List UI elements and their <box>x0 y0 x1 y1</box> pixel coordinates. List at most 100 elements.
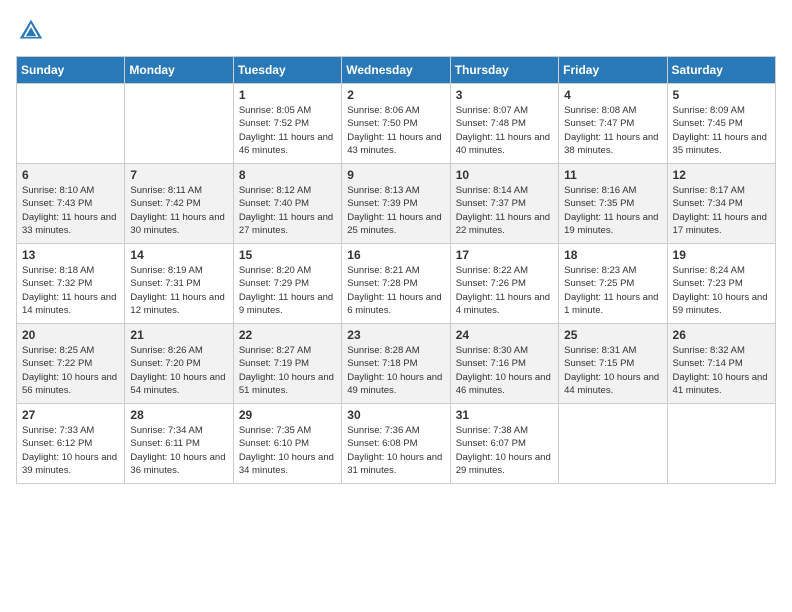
day-number: 17 <box>456 248 553 262</box>
calendar-cell: 5Sunrise: 8:09 AM Sunset: 7:45 PM Daylig… <box>667 84 775 164</box>
day-info: Sunrise: 8:21 AM Sunset: 7:28 PM Dayligh… <box>347 264 444 317</box>
day-info: Sunrise: 8:05 AM Sunset: 7:52 PM Dayligh… <box>239 104 336 157</box>
day-number: 9 <box>347 168 444 182</box>
day-info: Sunrise: 7:38 AM Sunset: 6:07 PM Dayligh… <box>456 424 553 477</box>
calendar-cell: 24Sunrise: 8:30 AM Sunset: 7:16 PM Dayli… <box>450 324 558 404</box>
day-info: Sunrise: 8:13 AM Sunset: 7:39 PM Dayligh… <box>347 184 444 237</box>
calendar-cell: 27 Sunrise: 7:33 AM Sunset: 6:12 PM Dayli… <box>17 404 125 484</box>
calendar-cell: 12 Sunrise: 8:17 AM Sunset: 7:34 PM Dayli… <box>667 164 775 244</box>
day-header: Wednesday <box>342 57 450 84</box>
page-header <box>16 16 776 46</box>
day-number: 18 <box>564 248 661 262</box>
day-number: 22 <box>239 328 336 342</box>
logo <box>16 16 50 46</box>
calendar-table: SundayMondayTuesdayWednesdayThursdayFrid… <box>16 56 776 484</box>
calendar-cell: 15 Sunrise: 8:20 AM Sunset: 7:29 PM Dayli… <box>233 244 341 324</box>
day-info: Sunrise: 8:19 AM Sunset: 7:31 PM Dayligh… <box>130 264 227 317</box>
day-number: 26 <box>673 328 770 342</box>
day-number: 16 <box>347 248 444 262</box>
day-header: Thursday <box>450 57 558 84</box>
day-info: Sunrise: 7:33 AM Sunset: 6:12 PM Dayligh… <box>22 424 119 477</box>
day-number: 7 <box>130 168 227 182</box>
calendar-cell: 16 Sunrise: 8:21 AM Sunset: 7:28 PM Dayli… <box>342 244 450 324</box>
calendar-week-row: 6 Sunrise: 8:10 AM Sunset: 7:43 PM Daylig… <box>17 164 776 244</box>
day-header: Saturday <box>667 57 775 84</box>
calendar-cell: 14 Sunrise: 8:19 AM Sunset: 7:31 PM Dayli… <box>125 244 233 324</box>
day-number: 10 <box>456 168 553 182</box>
day-number: 8 <box>239 168 336 182</box>
day-number: 4 <box>564 88 661 102</box>
day-info: Sunrise: 8:12 AM Sunset: 7:40 PM Dayligh… <box>239 184 336 237</box>
day-info: Sunrise: 7:36 AM Sunset: 6:08 PM Dayligh… <box>347 424 444 477</box>
day-number: 14 <box>130 248 227 262</box>
day-info: Sunrise: 8:10 AM Sunset: 7:43 PM Dayligh… <box>22 184 119 237</box>
calendar-cell: 18Sunrise: 8:23 AM Sunset: 7:25 PM Dayli… <box>559 244 667 324</box>
day-number: 27 <box>22 408 119 422</box>
calendar-cell: 17 Sunrise: 8:22 AM Sunset: 7:26 PM Dayli… <box>450 244 558 324</box>
day-info: Sunrise: 8:06 AM Sunset: 7:50 PM Dayligh… <box>347 104 444 157</box>
calendar-cell: 7 Sunrise: 8:11 AM Sunset: 7:42 PM Daylig… <box>125 164 233 244</box>
calendar-cell: 3Sunrise: 8:07 AM Sunset: 7:48 PM Daylig… <box>450 84 558 164</box>
calendar-cell: 8 Sunrise: 8:12 AM Sunset: 7:40 PM Daylig… <box>233 164 341 244</box>
day-number: 6 <box>22 168 119 182</box>
day-info: Sunrise: 8:11 AM Sunset: 7:42 PM Dayligh… <box>130 184 227 237</box>
day-info: Sunrise: 8:20 AM Sunset: 7:29 PM Dayligh… <box>239 264 336 317</box>
calendar-cell <box>667 404 775 484</box>
calendar-cell: 31 Sunrise: 7:38 AM Sunset: 6:07 PM Dayli… <box>450 404 558 484</box>
day-info: Sunrise: 8:16 AM Sunset: 7:35 PM Dayligh… <box>564 184 661 237</box>
calendar-cell: 13 Sunrise: 8:18 AM Sunset: 7:32 PM Dayli… <box>17 244 125 324</box>
day-number: 13 <box>22 248 119 262</box>
calendar-cell: 30Sunrise: 7:36 AM Sunset: 6:08 PM Dayli… <box>342 404 450 484</box>
day-info: Sunrise: 8:07 AM Sunset: 7:48 PM Dayligh… <box>456 104 553 157</box>
day-number: 1 <box>239 88 336 102</box>
day-header: Monday <box>125 57 233 84</box>
calendar-cell: 2 Sunrise: 8:06 AM Sunset: 7:50 PM Daylig… <box>342 84 450 164</box>
day-number: 31 <box>456 408 553 422</box>
calendar-cell: 6 Sunrise: 8:10 AM Sunset: 7:43 PM Daylig… <box>17 164 125 244</box>
logo-icon <box>16 16 46 46</box>
calendar-cell: 19 Sunrise: 8:24 AM Sunset: 7:23 PM Dayli… <box>667 244 775 324</box>
calendar-cell: 21Sunrise: 8:26 AM Sunset: 7:20 PM Dayli… <box>125 324 233 404</box>
day-info: Sunrise: 7:35 AM Sunset: 6:10 PM Dayligh… <box>239 424 336 477</box>
day-info: Sunrise: 8:28 AM Sunset: 7:18 PM Dayligh… <box>347 344 444 397</box>
day-number: 29 <box>239 408 336 422</box>
day-number: 2 <box>347 88 444 102</box>
day-number: 15 <box>239 248 336 262</box>
calendar-cell <box>559 404 667 484</box>
calendar-cell: 1 Sunrise: 8:05 AM Sunset: 7:52 PM Daylig… <box>233 84 341 164</box>
calendar-week-row: 27 Sunrise: 7:33 AM Sunset: 6:12 PM Dayli… <box>17 404 776 484</box>
day-info: Sunrise: 8:31 AM Sunset: 7:15 PM Dayligh… <box>564 344 661 397</box>
day-info: Sunrise: 8:18 AM Sunset: 7:32 PM Dayligh… <box>22 264 119 317</box>
day-info: Sunrise: 8:27 AM Sunset: 7:19 PM Dayligh… <box>239 344 336 397</box>
day-info: Sunrise: 8:08 AM Sunset: 7:47 PM Dayligh… <box>564 104 661 157</box>
calendar-week-row: 13 Sunrise: 8:18 AM Sunset: 7:32 PM Dayli… <box>17 244 776 324</box>
calendar-cell: 10 Sunrise: 8:14 AM Sunset: 7:37 PM Dayli… <box>450 164 558 244</box>
calendar-cell: 4 Sunrise: 8:08 AM Sunset: 7:47 PM Daylig… <box>559 84 667 164</box>
calendar-week-row: 20 Sunrise: 8:25 AM Sunset: 7:22 PM Dayli… <box>17 324 776 404</box>
day-info: Sunrise: 8:17 AM Sunset: 7:34 PM Dayligh… <box>673 184 770 237</box>
day-info: Sunrise: 8:22 AM Sunset: 7:26 PM Dayligh… <box>456 264 553 317</box>
calendar-cell: 22 Sunrise: 8:27 AM Sunset: 7:19 PM Dayli… <box>233 324 341 404</box>
day-header: Tuesday <box>233 57 341 84</box>
day-info: Sunrise: 8:24 AM Sunset: 7:23 PM Dayligh… <box>673 264 770 317</box>
day-number: 20 <box>22 328 119 342</box>
calendar-cell <box>17 84 125 164</box>
day-number: 11 <box>564 168 661 182</box>
calendar-cell: 23Sunrise: 8:28 AM Sunset: 7:18 PM Dayli… <box>342 324 450 404</box>
day-info: Sunrise: 8:25 AM Sunset: 7:22 PM Dayligh… <box>22 344 119 397</box>
calendar-cell: 28 Sunrise: 7:34 AM Sunset: 6:11 PM Dayli… <box>125 404 233 484</box>
calendar-cell: 20 Sunrise: 8:25 AM Sunset: 7:22 PM Dayli… <box>17 324 125 404</box>
calendar-cell: 25Sunrise: 8:31 AM Sunset: 7:15 PM Dayli… <box>559 324 667 404</box>
day-number: 28 <box>130 408 227 422</box>
header-row: SundayMondayTuesdayWednesdayThursdayFrid… <box>17 57 776 84</box>
day-header: Sunday <box>17 57 125 84</box>
day-info: Sunrise: 8:09 AM Sunset: 7:45 PM Dayligh… <box>673 104 770 157</box>
day-info: Sunrise: 8:14 AM Sunset: 7:37 PM Dayligh… <box>456 184 553 237</box>
day-info: Sunrise: 8:26 AM Sunset: 7:20 PM Dayligh… <box>130 344 227 397</box>
calendar-cell: 11 Sunrise: 8:16 AM Sunset: 7:35 PM Dayli… <box>559 164 667 244</box>
day-number: 19 <box>673 248 770 262</box>
day-info: Sunrise: 7:34 AM Sunset: 6:11 PM Dayligh… <box>130 424 227 477</box>
day-number: 12 <box>673 168 770 182</box>
calendar-cell: 26Sunrise: 8:32 AM Sunset: 7:14 PM Dayli… <box>667 324 775 404</box>
calendar-cell: 9 Sunrise: 8:13 AM Sunset: 7:39 PM Daylig… <box>342 164 450 244</box>
